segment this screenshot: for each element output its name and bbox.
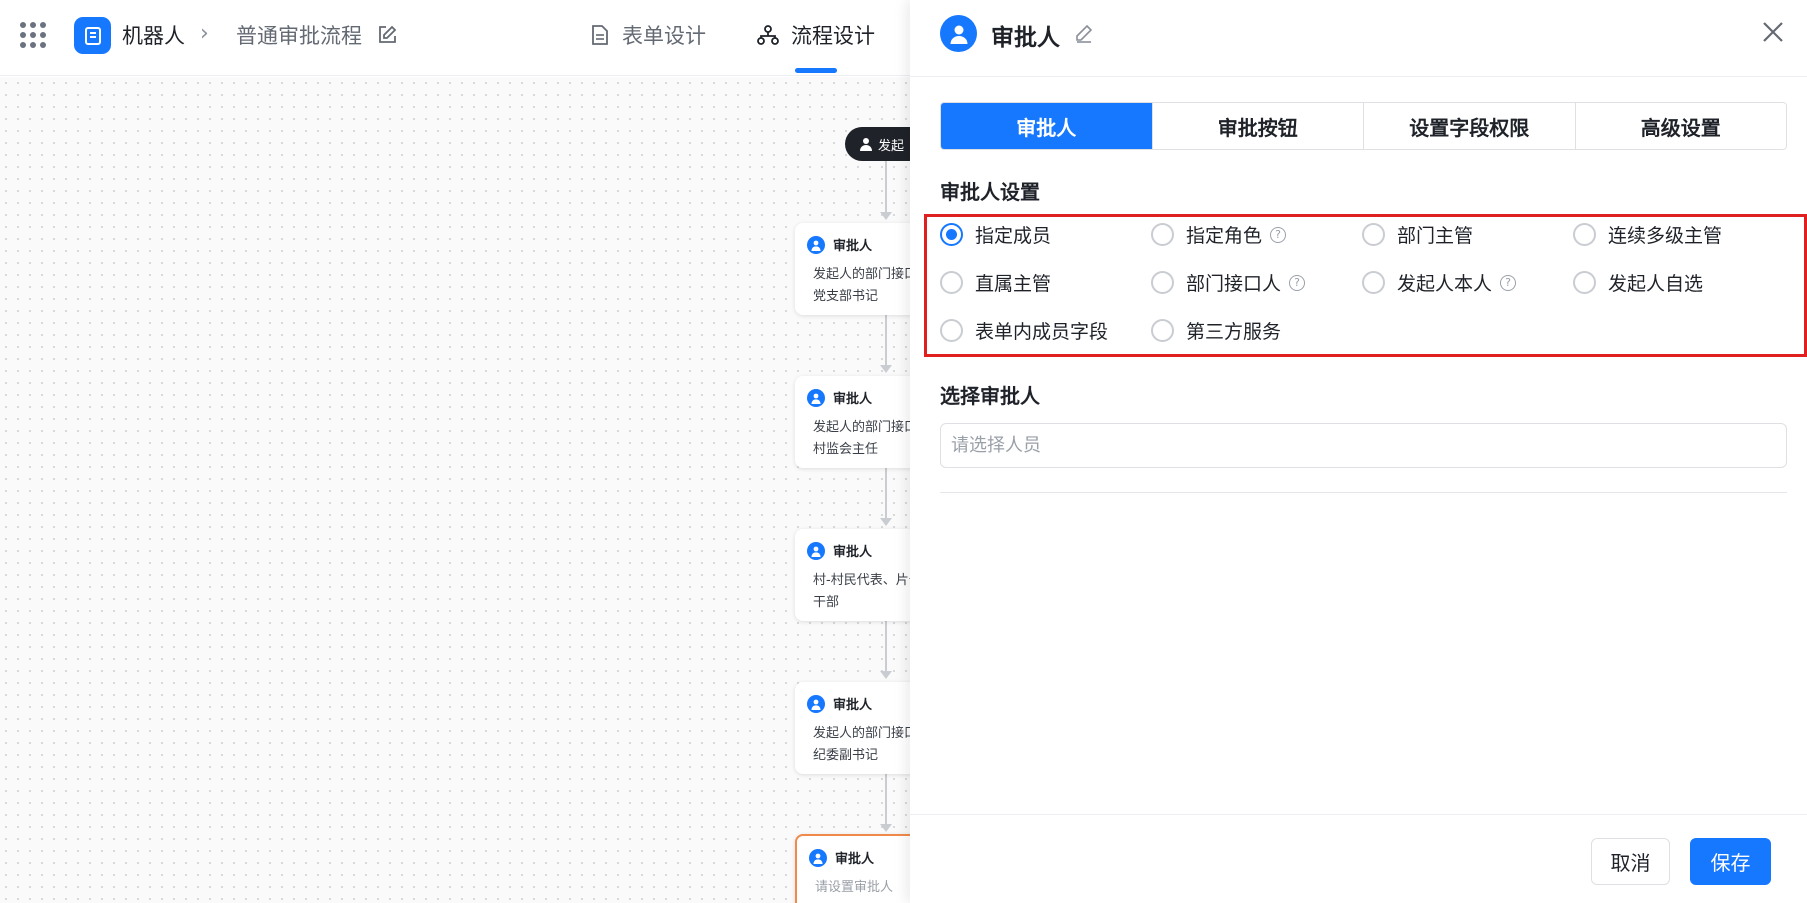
- file-text-icon: [592, 25, 608, 45]
- flow-arrow: [880, 671, 892, 679]
- radio-circle[interactable]: [1362, 223, 1385, 246]
- start-node-label: 发起: [878, 138, 905, 154]
- question-circle-icon[interactable]: ?: [1500, 274, 1517, 291]
- radio-initiator-chooses[interactable]: 发起人自选: [1573, 269, 1703, 296]
- radio-circle[interactable]: [940, 271, 963, 294]
- edit-icon[interactable]: [1073, 22, 1095, 44]
- radio-dept-contact[interactable]: 部门接口人 ?: [1151, 269, 1306, 296]
- radio-label: 部门接口人: [1186, 273, 1282, 295]
- radio-circle[interactable]: [1573, 271, 1596, 294]
- radio-label: 发起人本人: [1397, 273, 1493, 295]
- question-circle-icon[interactable]: ?: [1270, 226, 1287, 243]
- tab-form-design[interactable]: 表单设计: [590, 20, 706, 50]
- flow-connector: [885, 315, 887, 370]
- flow-name: 普通审批流程: [236, 24, 362, 48]
- divider: [940, 492, 1787, 493]
- drawer-title: 审批人: [991, 25, 1060, 51]
- app-name[interactable]: 机器人: [122, 20, 185, 50]
- radio-label: 指定角色: [1186, 225, 1263, 247]
- user-circle-icon: [807, 541, 825, 560]
- user-circle-icon: [807, 694, 825, 713]
- approver-select-input[interactable]: [940, 423, 1787, 468]
- radio-circle[interactable]: [940, 223, 963, 246]
- user-circle-icon: [807, 235, 825, 254]
- drawer-footer: 取消 保存: [910, 814, 1807, 903]
- user-circle-icon: [809, 848, 827, 867]
- radio-third-party-service[interactable]: 第三方服务: [1151, 317, 1281, 344]
- radio-multi-level-manager[interactable]: 连续多级主管: [1573, 221, 1722, 248]
- breadcrumb-separator: ›: [200, 21, 209, 46]
- radio-label: 部门主管: [1397, 225, 1474, 247]
- node-title: 审批人: [833, 545, 873, 560]
- question-circle-icon[interactable]: ?: [1289, 274, 1306, 291]
- radio-label: 发起人自选: [1608, 273, 1704, 295]
- flow-canvas[interactable]: [0, 77, 910, 903]
- tab-approver[interactable]: 审批人: [941, 103, 1153, 149]
- radio-dept-manager[interactable]: 部门主管: [1362, 221, 1473, 248]
- drawer-tabs: 审批人 审批按钮 设置字段权限 高级设置: [940, 102, 1787, 150]
- edit-icon[interactable]: [376, 24, 398, 46]
- flow-connector: [885, 468, 887, 523]
- flow-connector: [885, 774, 887, 829]
- radio-circle[interactable]: [940, 319, 963, 342]
- user-circle-icon: [807, 388, 825, 407]
- user-icon: [860, 138, 872, 151]
- flow-connector: [885, 161, 887, 217]
- tab-flow-design[interactable]: 流程设计: [757, 20, 875, 50]
- cancel-button[interactable]: 取消: [1591, 838, 1670, 885]
- radio-circle[interactable]: [1151, 319, 1174, 342]
- drawer-header: 审批人: [910, 0, 1807, 77]
- radio-label: 第三方服务: [1186, 321, 1282, 343]
- radio-circle[interactable]: [1151, 271, 1174, 294]
- radio-label: 连续多级主管: [1608, 225, 1723, 247]
- flow-arrow: [880, 365, 892, 373]
- radio-initiator-self[interactable]: 发起人本人 ?: [1362, 269, 1517, 296]
- radio-label: 表单内成员字段: [975, 321, 1109, 343]
- grid-dots-icon[interactable]: [20, 22, 46, 48]
- radio-label: 指定成员: [975, 225, 1052, 247]
- close-icon[interactable]: [1759, 18, 1787, 46]
- radio-direct-manager[interactable]: 直属主管: [940, 269, 1051, 296]
- node-title: 审批人: [835, 852, 875, 867]
- node-title: 审批人: [833, 392, 873, 407]
- tab-approval-buttons[interactable]: 审批按钮: [1152, 103, 1364, 149]
- radio-specified-member[interactable]: 指定成员: [940, 221, 1051, 248]
- user-circle-icon: [940, 15, 977, 52]
- node-title: 审批人: [833, 239, 873, 254]
- flow-connector: [885, 621, 887, 676]
- flow-arrow: [880, 518, 892, 526]
- active-tab-indicator: [795, 68, 837, 73]
- tab-advanced-settings[interactable]: 高级设置: [1575, 103, 1786, 149]
- flow-tree-icon: [757, 25, 779, 45]
- select-approver-title: 选择审批人: [940, 384, 1040, 408]
- radio-circle[interactable]: [1362, 271, 1385, 294]
- save-button[interactable]: 保存: [1690, 838, 1771, 885]
- flow-arrow: [880, 212, 892, 220]
- radio-circle[interactable]: [1573, 223, 1596, 246]
- radio-form-member-field[interactable]: 表单内成员字段: [940, 317, 1108, 344]
- radio-specified-role[interactable]: 指定角色 ?: [1151, 221, 1287, 248]
- flow-arrow: [880, 824, 892, 832]
- tab-field-permissions[interactable]: 设置字段权限: [1364, 103, 1576, 149]
- node-title: 审批人: [833, 698, 873, 713]
- radio-label: 直属主管: [975, 273, 1052, 295]
- approver-drawer: 审批人 审批人 审批按钮 设置字段权限 高级设置 审批人设置 指定成员 指定角色…: [910, 0, 1807, 903]
- tab-form-design-label: 表单设计: [622, 24, 706, 48]
- tab-flow-design-label: 流程设计: [791, 24, 875, 48]
- document-app-icon[interactable]: [74, 17, 111, 54]
- radio-circle[interactable]: [1151, 223, 1174, 246]
- approver-settings-title: 审批人设置: [940, 180, 1040, 204]
